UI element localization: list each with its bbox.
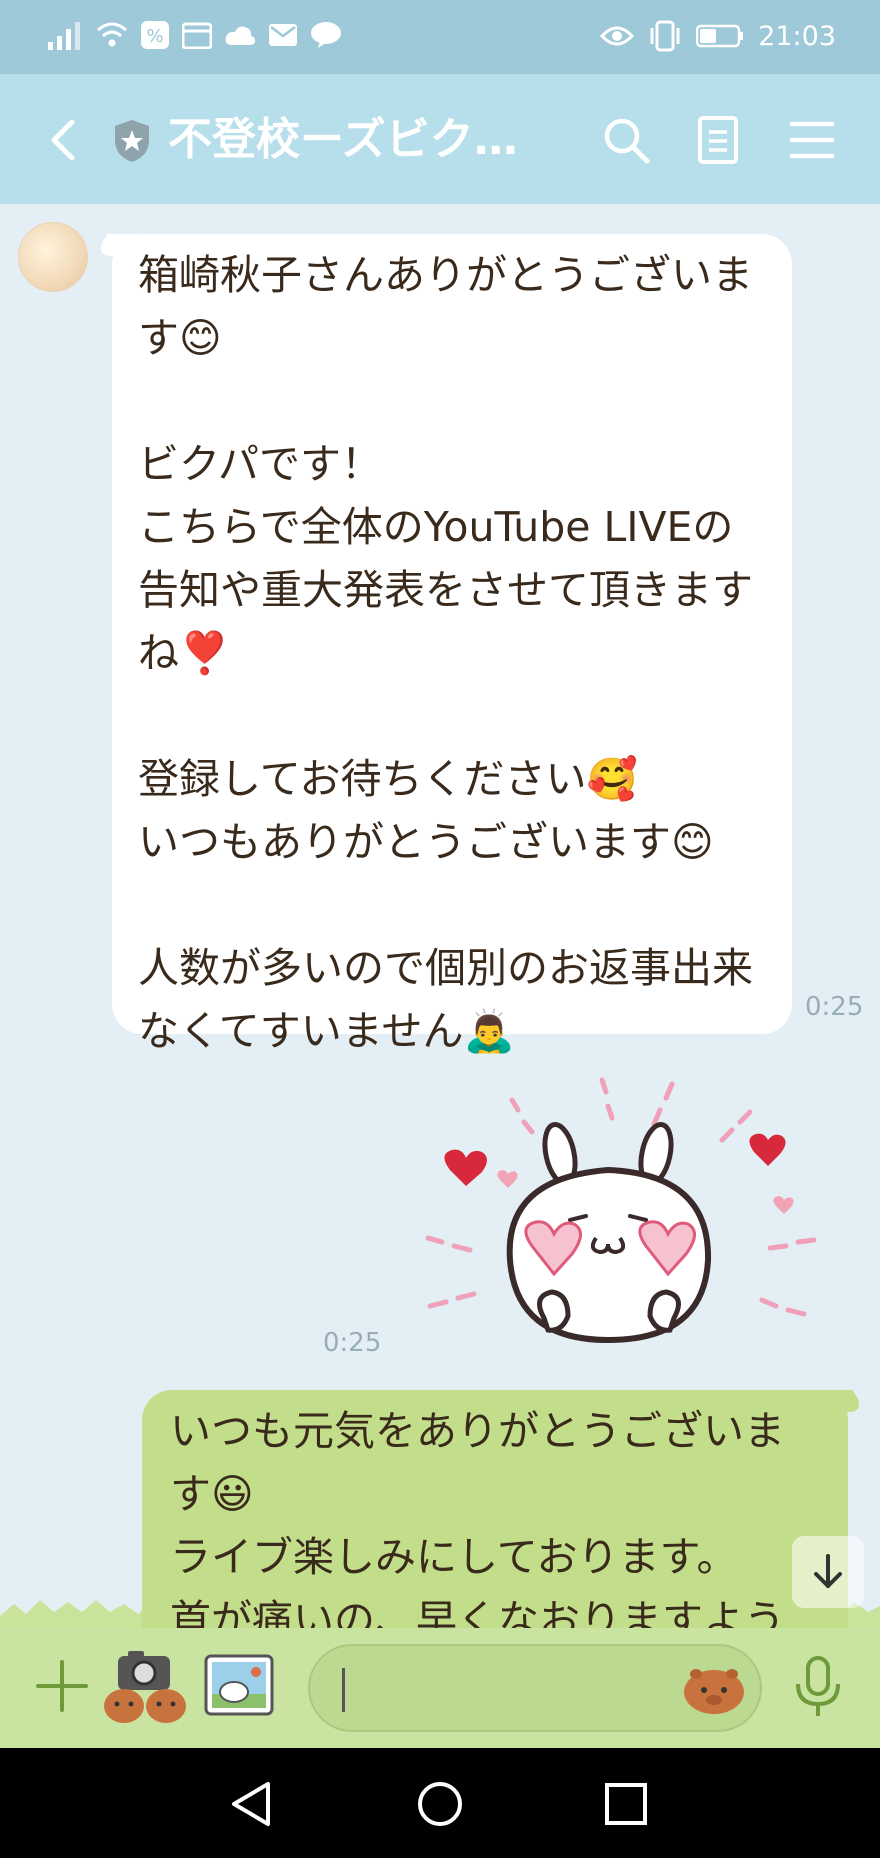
search-icon[interactable] [600,114,652,166]
chat-header: 不登校ーズビク… [0,74,880,204]
text-cursor [342,1668,345,1712]
cloud-icon [225,26,256,45]
status-bar: % 21:03 [0,0,880,74]
arrow-down-icon [814,1554,842,1588]
incoming-message-bubble[interactable]: 箱崎秋子さんありがとうございます😊 ビクパです！ こちらで全体のYouTube … [112,234,792,1055]
nav-home-button[interactable] [412,1776,468,1832]
status-icons-right: 21:03 [600,20,836,52]
outgoing-message-text: いつも元気をありがとうございます😃 ライブ楽しみにしております。 首が痛いの、早… [170,1407,785,1628]
scroll-to-bottom-button[interactable] [792,1536,864,1608]
shield-icon [115,120,149,162]
status-time: 21:03 [758,20,836,52]
eye-icon [600,26,635,46]
notes-icon[interactable] [692,114,744,166]
nav-recents-button[interactable] [598,1776,654,1832]
photo-button[interactable] [204,1654,274,1716]
bunny-sticker[interactable] [420,1070,830,1360]
calendar-icon [182,22,212,49]
sticker-time: 0:25 [323,1328,382,1358]
signal-icon [48,22,80,50]
vibrate-icon [650,20,680,52]
chat-area[interactable]: 箱崎秋子さんありがとうございます😊 ビクパです！ こちらで全体のYouTube … [0,204,880,1628]
line-app-icon [311,22,341,48]
menu-icon[interactable] [786,114,838,166]
message-text-input[interactable] [308,1644,762,1732]
sticker-emoji-button[interactable] [682,1660,746,1716]
incoming-message-text: 箱崎秋子さんありがとうございます😊 ビクパです！ こちらで全体のYouTube … [138,251,753,1055]
message-input-bar [0,1628,880,1748]
incoming-message-time: 0:25 [805,992,864,1022]
system-navigation-bar [0,1748,880,1858]
battery-icon [696,24,744,48]
camera-button[interactable] [100,1648,192,1728]
chat-title[interactable]: 不登校ーズビク… [168,112,548,168]
wifi-icon [97,22,127,47]
mail-icon [269,24,297,46]
outgoing-message-bubble[interactable]: いつも元気をありがとうございます😃 ライブ楽しみにしております。 首が痛いの、早… [142,1390,848,1628]
sender-avatar[interactable] [18,222,88,292]
percent-app-icon: % [141,21,169,49]
microphone-button[interactable] [790,1654,846,1720]
back-button[interactable] [40,112,90,168]
status-icons-left: % [48,20,342,50]
svg-text:%: % [146,26,163,47]
plus-button[interactable] [34,1658,90,1714]
nav-back-button[interactable] [224,1776,280,1832]
